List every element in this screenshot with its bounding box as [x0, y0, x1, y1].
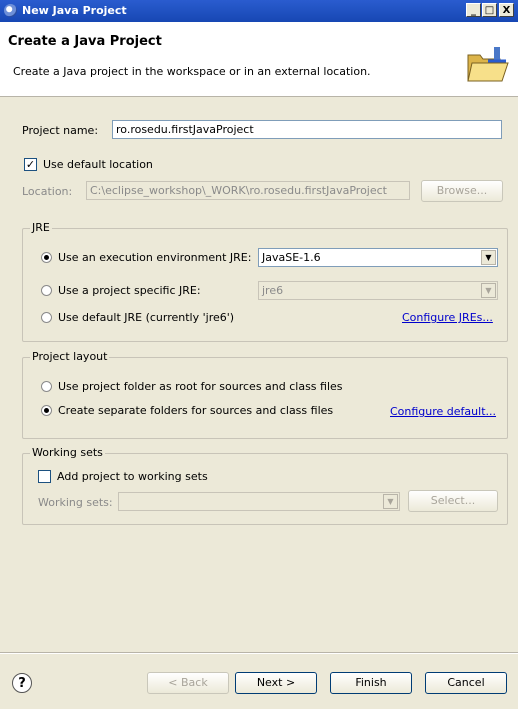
jre-group-title: JRE	[30, 221, 52, 234]
page-description: Create a Java project in the workspace o…	[13, 65, 371, 78]
default-jre-label: Use default JRE (currently 'jre6')	[58, 311, 235, 324]
page-title: Create a Java Project	[8, 34, 162, 49]
configure-jres-link[interactable]: Configure JREs...	[402, 311, 493, 324]
cancel-button[interactable]: Cancel	[425, 672, 507, 694]
minimize-button[interactable]: _	[466, 3, 481, 17]
working-sets-select[interactable]: ▼	[118, 492, 400, 511]
project-root-radio[interactable]	[41, 381, 52, 392]
separate-folders-label: Create separate folders for sources and …	[58, 404, 334, 417]
execution-environment-radio[interactable]	[41, 252, 52, 263]
project-root-label: Use project folder as root for sources a…	[58, 380, 343, 393]
project-specific-jre-label: Use a project specific JRE:	[58, 284, 201, 297]
execution-environment-select[interactable]: JavaSE-1.6 ▼	[258, 248, 498, 267]
select-working-sets-button[interactable]: Select...	[408, 490, 498, 512]
default-jre-radio[interactable]	[41, 312, 52, 323]
execution-environment-value: JavaSE-1.6	[262, 251, 321, 264]
separate-folders-radio[interactable]	[41, 405, 52, 416]
project-specific-jre-value: jre6	[262, 284, 284, 297]
location-input[interactable]: C:\eclipse_workshop\_WORK\ro.rosedu.firs…	[86, 181, 410, 200]
wizard-header: Create a Java Project Create a Java proj…	[0, 22, 518, 97]
working-sets-label: Working sets:	[38, 496, 113, 509]
use-default-location-label: Use default location	[43, 158, 153, 171]
project-specific-jre-select[interactable]: jre6 ▼	[258, 281, 498, 300]
location-label: Location:	[22, 185, 73, 198]
back-button[interactable]: < Back	[147, 672, 229, 694]
eclipse-icon	[4, 4, 17, 17]
footer-separator	[0, 652, 518, 654]
title-bar: New Java Project _ □ X	[0, 0, 518, 22]
chevron-down-icon: ▼	[481, 283, 496, 298]
project-specific-jre-radio[interactable]	[41, 285, 52, 296]
java-project-folder-icon	[467, 47, 509, 82]
configure-default-link[interactable]: Configure default...	[390, 405, 496, 418]
finish-button[interactable]: Finish	[330, 672, 412, 694]
chevron-down-icon: ▼	[481, 250, 496, 265]
browse-button[interactable]: Browse...	[421, 180, 503, 202]
maximize-button[interactable]: □	[482, 3, 497, 17]
project-name-label: Project name:	[22, 124, 99, 137]
working-sets-group	[22, 453, 508, 525]
next-button[interactable]: Next >	[235, 672, 317, 694]
project-name-input[interactable]: ro.rosedu.firstJavaProject	[112, 120, 502, 139]
execution-environment-label: Use an execution environment JRE:	[58, 251, 252, 264]
use-default-location-checkbox[interactable]: ✓	[24, 158, 37, 171]
close-button[interactable]: X	[499, 3, 514, 17]
working-sets-group-title: Working sets	[30, 446, 105, 459]
window-title: New Java Project	[22, 4, 127, 17]
help-icon[interactable]: ?	[12, 673, 32, 693]
add-to-working-sets-label: Add project to working sets	[57, 470, 208, 483]
chevron-down-icon: ▼	[383, 494, 398, 509]
add-to-working-sets-checkbox[interactable]	[38, 470, 51, 483]
project-layout-group	[22, 357, 508, 439]
project-layout-group-title: Project layout	[30, 350, 110, 363]
